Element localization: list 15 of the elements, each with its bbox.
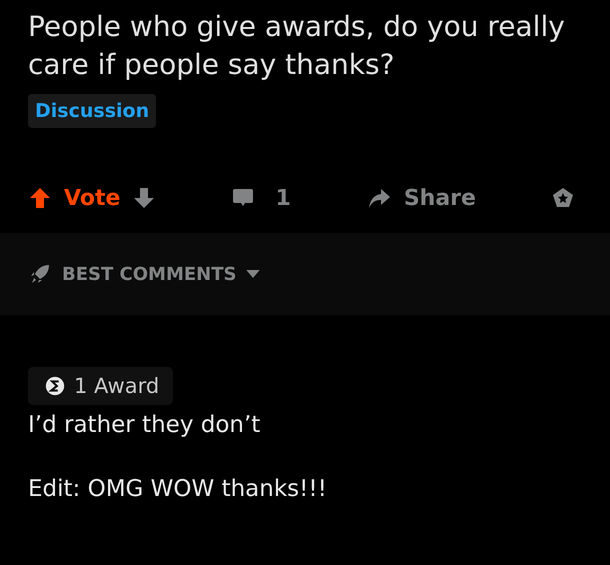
rocket-icon[interactable]	[28, 262, 52, 286]
comment-text: Edit: OMG WOW thanks!!!	[28, 475, 328, 503]
downvote-icon[interactable]	[132, 186, 156, 210]
coin-icon	[44, 375, 66, 397]
flair-tag[interactable]: Discussion	[28, 94, 156, 128]
upvote-icon[interactable]	[28, 186, 52, 210]
share-label[interactable]: Share	[404, 186, 476, 210]
award-icon[interactable]	[551, 186, 575, 210]
caret-icon[interactable]	[246, 270, 260, 278]
sort-label[interactable]: BEST COMMENTS	[62, 264, 236, 284]
comment-text: I’d rather they don’t	[28, 411, 262, 439]
vote-label: Vote	[64, 186, 120, 210]
comment-count: 1	[275, 186, 291, 210]
award-count: 1 Award	[74, 374, 160, 398]
post-title: People who give awards, do you really care if people say thanks?	[28, 9, 566, 83]
